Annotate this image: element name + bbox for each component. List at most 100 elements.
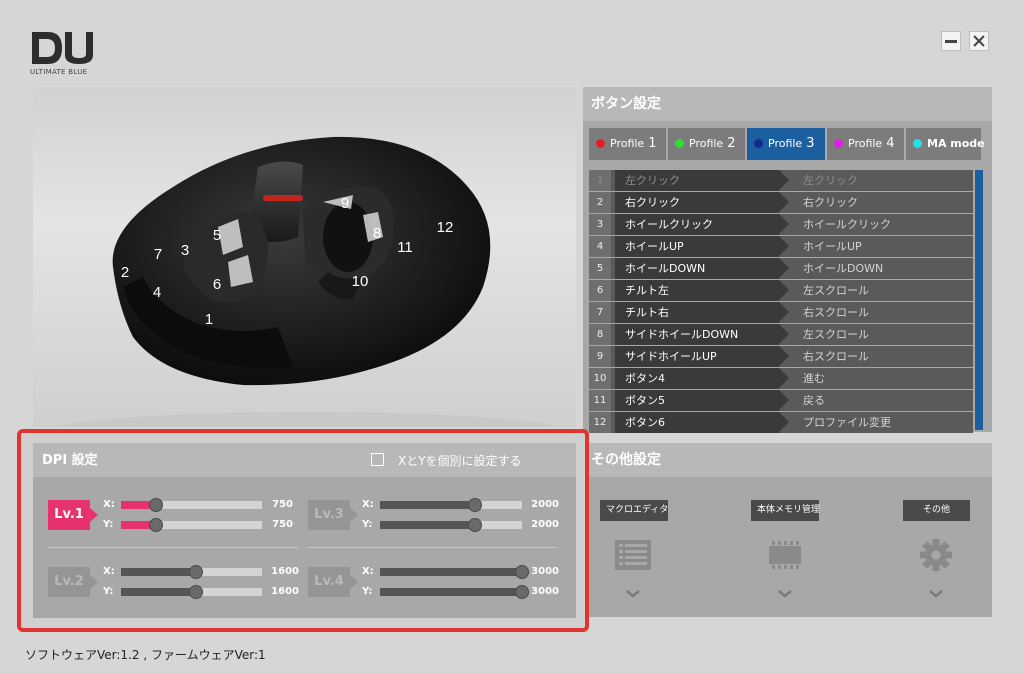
button-assignment-list: 1 左クリック 左クリック 2 右クリック 右クリック 3 ホイールクリック ホイールクリック 4… bbox=[589, 170, 973, 434]
button-row-action[interactable]: 左スクロール bbox=[789, 280, 973, 301]
slider-knob[interactable] bbox=[189, 585, 203, 599]
macro-editor-button[interactable]: マクロエディタ bbox=[600, 500, 668, 521]
slider-knob[interactable] bbox=[468, 518, 482, 532]
button-row-12[interactable]: 12 ボタン6 プロファイル変更 bbox=[589, 412, 973, 433]
close-button[interactable] bbox=[969, 31, 989, 51]
tab-profile-2[interactable]: Profile 2 bbox=[668, 128, 745, 160]
dpi-divider bbox=[307, 547, 557, 548]
button-row-action[interactable]: 戻る bbox=[789, 390, 973, 411]
mouse-label-1: 1 bbox=[205, 311, 213, 328]
chevron-down-icon[interactable] bbox=[623, 588, 643, 600]
button-row-10[interactable]: 10 ボタン4 進む bbox=[589, 368, 973, 389]
button-row-button-name: ホイールクリック bbox=[615, 214, 789, 235]
button-row-button-name: 左クリック bbox=[615, 170, 789, 191]
dpi-level-3-x-value: 2000 bbox=[531, 499, 559, 510]
button-row-number: 2 bbox=[589, 192, 611, 213]
button-row-button-name: 右クリック bbox=[615, 192, 789, 213]
dpi-level-3-x-slider[interactable] bbox=[380, 498, 522, 512]
button-row-number: 9 bbox=[589, 346, 611, 367]
button-row-action[interactable]: ホイールDOWN bbox=[789, 258, 973, 279]
chevron-down-icon[interactable] bbox=[775, 588, 795, 600]
button-row-number: 12 bbox=[589, 412, 611, 433]
slider-knob[interactable] bbox=[189, 565, 203, 579]
dpi-level-4-y-slider[interactable] bbox=[380, 585, 529, 599]
gear-icon[interactable] bbox=[916, 538, 956, 572]
button-row-button-name: ボタン6 bbox=[615, 412, 789, 433]
button-row-number: 7 bbox=[589, 302, 611, 323]
mouse-label-11: 11 bbox=[397, 239, 413, 256]
tab-profile-4[interactable]: Profile 4 bbox=[827, 128, 904, 160]
button-row-8[interactable]: 8 サイドホイールDOWN 左スクロール bbox=[589, 324, 973, 345]
tab-profile-1[interactable]: Profile 1 bbox=[589, 128, 666, 160]
button-row-button-name: サイドホイールDOWN bbox=[615, 324, 789, 345]
dpi-level-1-y-slider[interactable] bbox=[121, 518, 262, 532]
button-row-action[interactable]: 進む bbox=[789, 368, 973, 389]
dpi-level-4-y-value: 3000 bbox=[531, 586, 559, 597]
list-icon[interactable] bbox=[613, 538, 653, 572]
dpi-level-1-x-slider[interactable] bbox=[121, 498, 262, 512]
tab-ma-mode[interactable]: MA mode bbox=[906, 128, 985, 160]
dpi-level-3-y-slider[interactable] bbox=[380, 518, 522, 532]
slider-fill bbox=[380, 501, 475, 509]
button-row-2[interactable]: 2 右クリック 右クリック bbox=[589, 192, 973, 213]
slider-fill bbox=[380, 588, 522, 596]
other-settings-title: その他設定 bbox=[583, 443, 992, 477]
button-row-7[interactable]: 7 チルト右 右スクロール bbox=[589, 302, 973, 323]
dpi-level-1-button[interactable]: Lv.1 bbox=[48, 500, 98, 530]
mouse-label-10: 10 bbox=[352, 273, 369, 290]
dpi-level-2-x-slider[interactable] bbox=[121, 565, 262, 579]
mouse-label-8: 8 bbox=[373, 225, 381, 242]
button-row-4[interactable]: 4 ホイールUP ホイールUP bbox=[589, 236, 973, 257]
button-row-action[interactable]: 右スクロール bbox=[789, 302, 973, 323]
button-row-number: 5 bbox=[589, 258, 611, 279]
button-row-action[interactable]: ホイールUP bbox=[789, 236, 973, 257]
others-button[interactable]: その他 bbox=[903, 500, 970, 521]
button-row-action[interactable]: ホイールクリック bbox=[789, 214, 973, 235]
button-row-1[interactable]: 1 左クリック 左クリック bbox=[589, 170, 973, 191]
tab-profile-3[interactable]: Profile 3 bbox=[747, 128, 825, 160]
mouse-label-7: 7 bbox=[154, 246, 162, 263]
button-row-9[interactable]: 9 サイドホイールUP 右スクロール bbox=[589, 346, 973, 367]
button-row-action[interactable]: 右クリック bbox=[789, 192, 973, 213]
ma-mode-color-icon bbox=[913, 139, 922, 148]
profile-1-color-icon bbox=[596, 139, 605, 148]
scrollbar-thumb[interactable] bbox=[975, 170, 983, 430]
dpi-level-3-y-value: 2000 bbox=[531, 519, 559, 530]
button-row-number: 6 bbox=[589, 280, 611, 301]
dpi-settings-panel: DPI 設定 XとYを個別に設定する Lv.1 X: Y: 750 750 Lv… bbox=[33, 443, 576, 618]
button-row-3[interactable]: 3 ホイールクリック ホイールクリック bbox=[589, 214, 973, 235]
memory-chip-icon[interactable] bbox=[765, 538, 805, 572]
memory-manage-button[interactable]: 本体メモリ管理 bbox=[751, 500, 820, 521]
slider-knob[interactable] bbox=[468, 498, 482, 512]
button-list-scrollbar[interactable] bbox=[975, 170, 983, 430]
button-row-5[interactable]: 5 ホイールDOWN ホイールDOWN bbox=[589, 258, 973, 279]
button-settings-panel: ボタン設定 Profile 1 Profile 2 Profile 3 Profile… bbox=[583, 87, 992, 434]
dpi-level-2-button[interactable]: Lv.2 bbox=[48, 567, 98, 597]
dpi-level-2-y-slider[interactable] bbox=[121, 585, 262, 599]
button-row-number: 1 bbox=[589, 170, 611, 191]
button-row-6[interactable]: 6 チルト左 左スクロール bbox=[589, 280, 973, 301]
dpi-level-1-y-label: Y: bbox=[103, 519, 114, 530]
dpi-level-4-button[interactable]: Lv.4 bbox=[308, 567, 358, 597]
slider-knob[interactable] bbox=[149, 498, 163, 512]
separate-xy-checkbox[interactable] bbox=[371, 453, 384, 466]
dpi-level-4-x-label: X: bbox=[362, 566, 374, 577]
button-row-button-name: ホイールUP bbox=[615, 236, 789, 257]
button-row-number: 11 bbox=[589, 390, 611, 411]
chevron-down-icon[interactable] bbox=[926, 588, 946, 600]
mouse-label-5: 5 bbox=[213, 227, 221, 244]
button-row-action[interactable]: 左クリック bbox=[789, 170, 973, 191]
button-row-action[interactable]: プロファイル変更 bbox=[789, 412, 973, 433]
slider-fill bbox=[121, 588, 196, 596]
minimize-icon bbox=[945, 40, 957, 43]
button-row-action[interactable]: 左スクロール bbox=[789, 324, 973, 345]
profile-2-color-icon bbox=[675, 139, 684, 148]
dpi-level-3-button[interactable]: Lv.3 bbox=[308, 500, 358, 530]
slider-knob[interactable] bbox=[149, 518, 163, 532]
button-row-11[interactable]: 11 ボタン5 戻る bbox=[589, 390, 973, 411]
dpi-level-4-x-slider[interactable] bbox=[380, 565, 529, 579]
button-row-action[interactable]: 右スクロール bbox=[789, 346, 973, 367]
version-status-text: ソフトウェアVer:1.2 , ファームウェアVer:1 bbox=[25, 648, 266, 662]
other-settings-panel: その他設定 マクロエディタ 本体メモリ管理 その他 bbox=[583, 443, 992, 617]
minimize-button[interactable] bbox=[941, 31, 961, 51]
